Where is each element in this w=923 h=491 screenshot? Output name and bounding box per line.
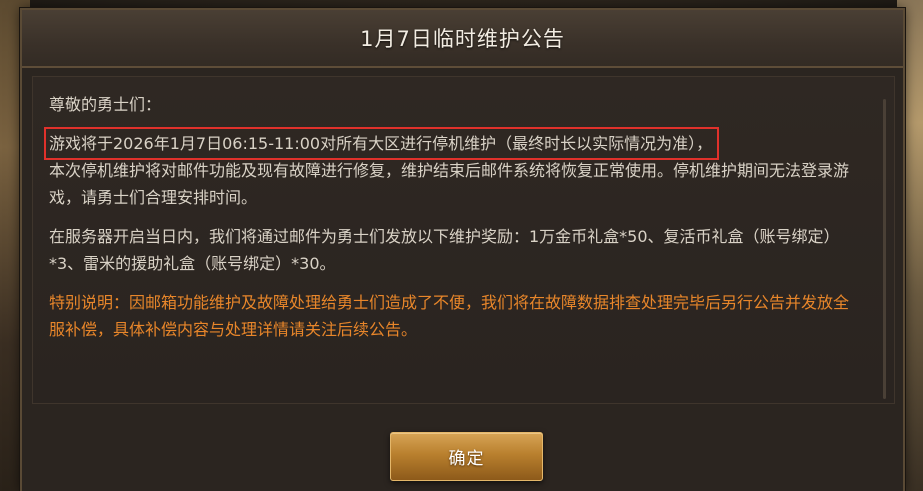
announcement-content-panel[interactable]: 尊敬的勇士们： 游戏将于2026年1月7日06:15-11:00对所有大区进行停… [32, 76, 895, 404]
content-scrollbar[interactable] [883, 99, 886, 399]
confirm-button[interactable]: 确定 [390, 432, 543, 481]
paragraph-maintenance: 游戏将于2026年1月7日06:15-11:00对所有大区进行停机维护（最终时长… [43, 127, 859, 211]
dialog-title-bar: 1月7日临时维护公告 [22, 10, 903, 68]
dialog-title: 1月7日临时维护公告 [360, 27, 565, 51]
paragraph-rewards: 在服务器开启当日内，我们将通过邮件为勇士们发放以下维护奖励：1万金币礼盒*50、… [49, 227, 840, 273]
announcement-dialog: 1月7日临时维护公告 尊敬的勇士们： 游戏将于2026年1月7日06:15-11… [20, 8, 905, 491]
announcement-content: 尊敬的勇士们： 游戏将于2026年1月7日06:15-11:00对所有大区进行停… [43, 91, 859, 355]
maintenance-detail-text: 本次停机维护将对邮件功能及现有故障进行修复，维护结束后邮件系统将恢复正常使用。停… [49, 161, 850, 207]
maintenance-time-highlight: 游戏将于2026年1月7日06:15-11:00对所有大区进行停机维护（最终时长… [43, 127, 720, 160]
greeting-text: 尊敬的勇士们： [49, 95, 162, 114]
paragraph-special-note: 特别说明：因邮箱功能维护及故障处理给勇士们造成了不便，我们将在故障数据排查处理完… [49, 293, 850, 339]
confirm-button-label: 确定 [448, 449, 485, 469]
